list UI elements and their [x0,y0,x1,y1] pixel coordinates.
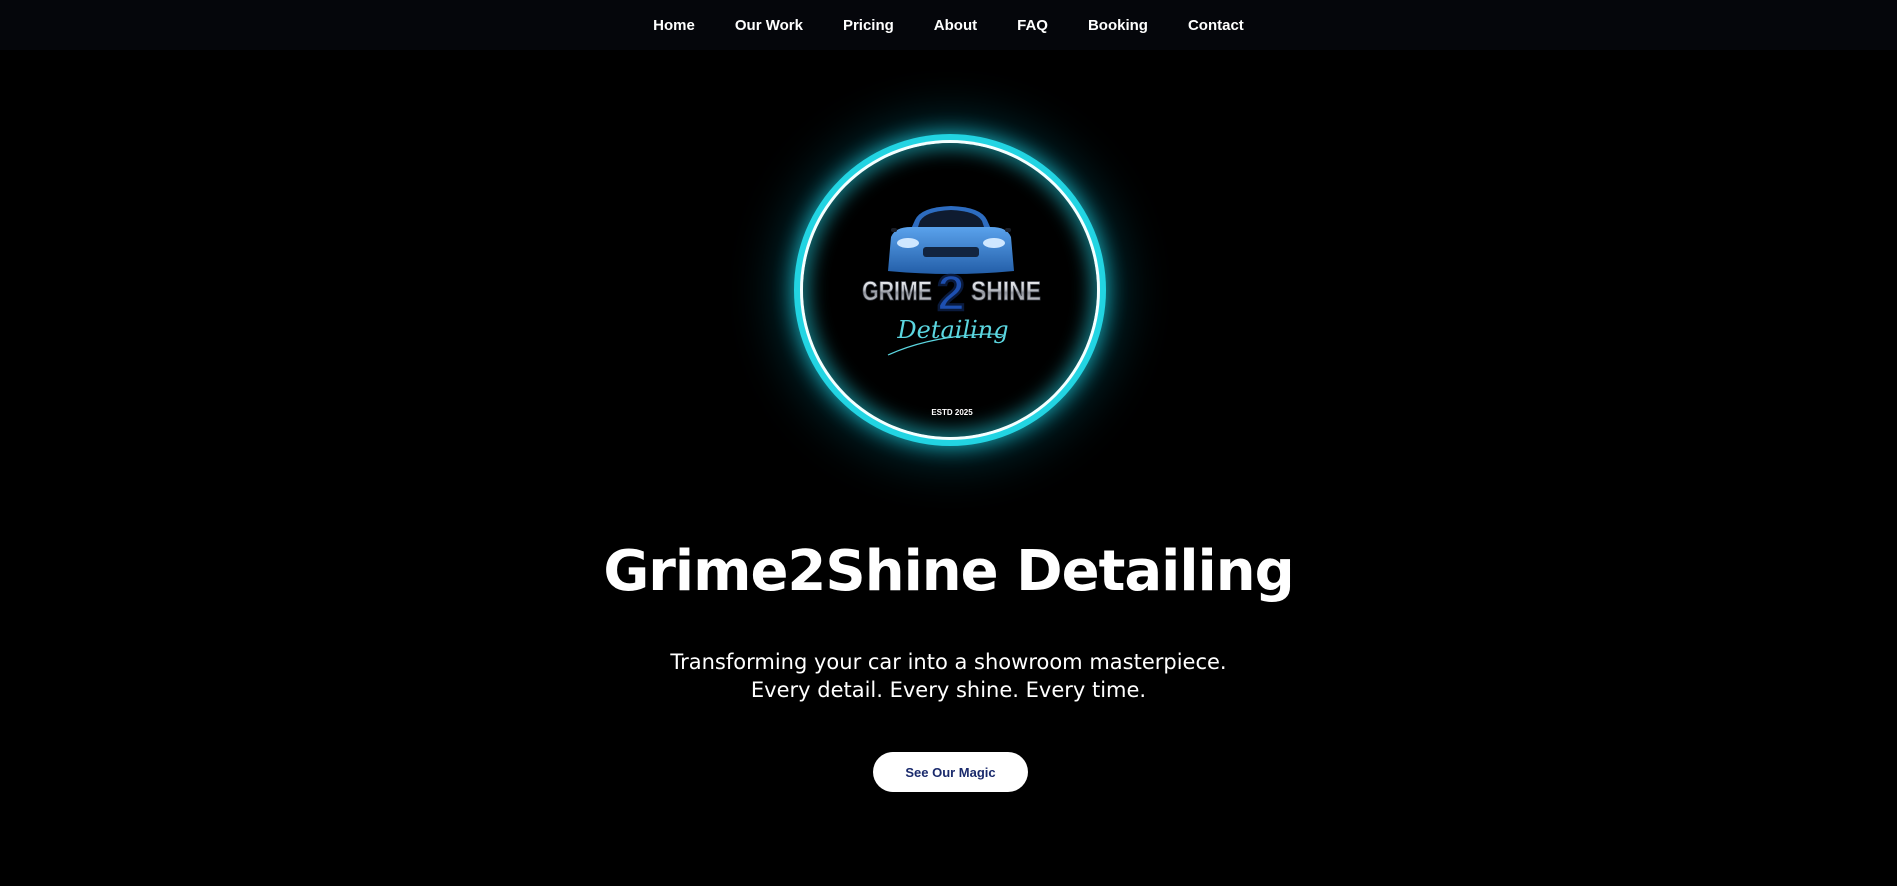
logo-text-number: 2 [937,265,965,321]
nav-list: Home Our Work Pricing About FAQ Booking … [633,17,1264,34]
hero-title: Grime2Shine Detailing [603,539,1294,604]
hero-subtitle-line-1: Transforming your car into a showroom ma… [670,650,1227,674]
logo-text-grime: GRIME [862,276,932,306]
logo-script-detailing: Detailing [896,316,1008,344]
logo-text-shine: SHINE [971,276,1041,306]
see-our-magic-button[interactable]: See Our Magic [873,752,1028,792]
logo-emblem: GRIME SHINE 2 Detailing ESTD 2025 [862,206,1041,417]
nav-item-contact[interactable]: Contact [1168,17,1264,34]
car-icon [888,206,1014,274]
nav-item-faq[interactable]: FAQ [997,17,1068,34]
top-navigation: Home Our Work Pricing About FAQ Booking … [0,0,1897,50]
logo-established: ESTD 2025 [931,408,973,417]
nav-item-about[interactable]: About [914,17,997,34]
hero-subtitle: Transforming your car into a showroom ma… [0,648,1897,704]
nav-item-pricing[interactable]: Pricing [823,17,914,34]
nav-item-booking[interactable]: Booking [1068,17,1168,34]
nav-item-home[interactable]: Home [633,17,715,34]
page: Home Our Work Pricing About FAQ Booking … [0,0,1897,886]
nav-item-our-work[interactable]: Our Work [715,17,823,34]
hero-subtitle-line-2: Every detail. Every shine. Every time. [750,678,1147,702]
brand-logo: GRIME SHINE 2 Detailing ESTD 2025 [803,143,1097,437]
